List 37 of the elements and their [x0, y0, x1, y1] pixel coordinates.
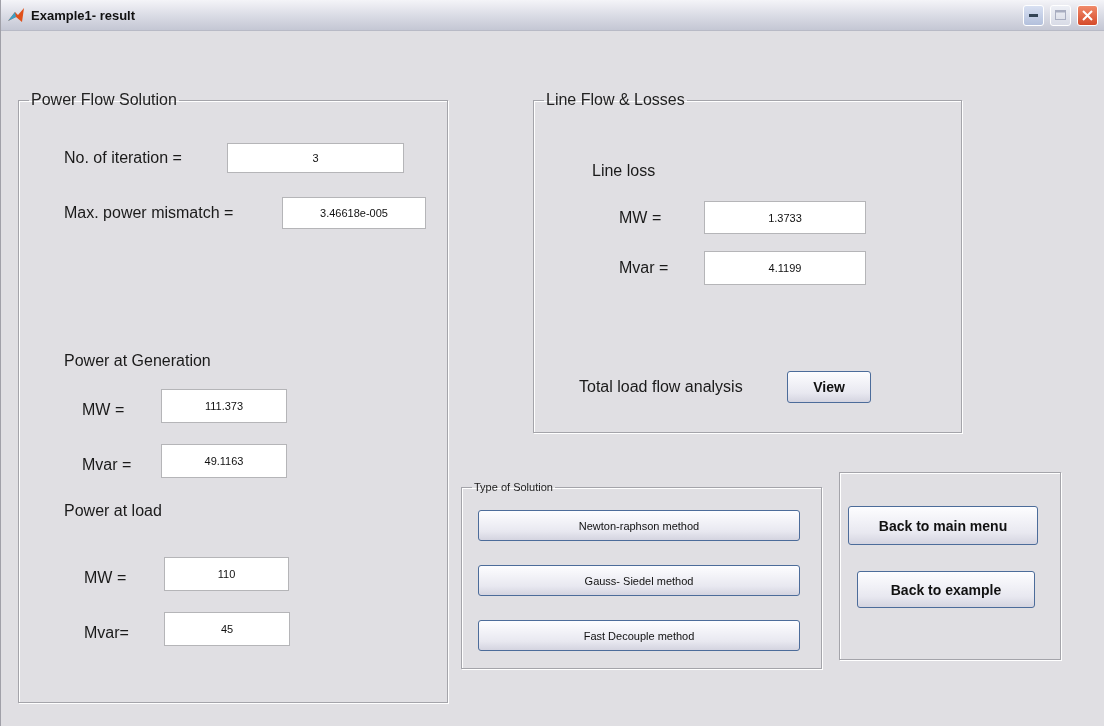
value-field[interactable]: 3 [227, 143, 404, 173]
field-label: MW = [84, 569, 128, 587]
section-label: Power at load [64, 502, 162, 520]
panel-title: Power Flow Solution [30, 91, 178, 109]
panel-title: Line Flow & Losses [545, 91, 686, 109]
close-icon [1082, 9, 1093, 21]
value-field[interactable]: 45 [164, 612, 290, 646]
value-field[interactable]: 4.1199 [704, 251, 866, 285]
field-label: Total load flow analysis [579, 378, 744, 396]
field-label: Mvar = [619, 259, 670, 277]
value-field[interactable]: 49.1163 [161, 444, 287, 478]
field-label: Mvar= [84, 624, 130, 642]
value-field[interactable]: 111.373 [161, 389, 287, 423]
field-label: Max. power mismatch = [64, 204, 235, 222]
section-label: Power at Generation [64, 352, 211, 370]
field-label: MW = [619, 208, 663, 227]
view-button[interactable]: View [787, 371, 871, 403]
close-button[interactable] [1077, 4, 1098, 26]
navigation-button[interactable]: Back to main menu [848, 506, 1038, 545]
method-button[interactable]: Fast Decouple method [478, 620, 800, 651]
value-field[interactable]: 1.3733 [704, 201, 866, 234]
section-label: Line loss [592, 162, 656, 180]
field-label: MW = [82, 401, 126, 419]
value-field[interactable]: 110 [164, 557, 289, 591]
minimize-icon [1029, 13, 1038, 17]
method-button[interactable]: Newton-raphson method [478, 510, 800, 541]
field-label: No. of iteration = [64, 149, 183, 167]
maximize-icon [1055, 10, 1066, 20]
value-field[interactable]: 3.46618e-005 [282, 197, 426, 229]
minimize-button[interactable] [1023, 4, 1044, 26]
panel-title: Type of Solution [473, 481, 554, 493]
maximize-button[interactable] [1050, 4, 1071, 26]
navigation-button[interactable]: Back to example [857, 571, 1035, 608]
window-title: Example1- result [31, 7, 137, 23]
app-icon [7, 7, 25, 23]
field-label: Mvar = [82, 456, 133, 474]
method-button[interactable]: Gauss- Siedel method [478, 565, 800, 596]
